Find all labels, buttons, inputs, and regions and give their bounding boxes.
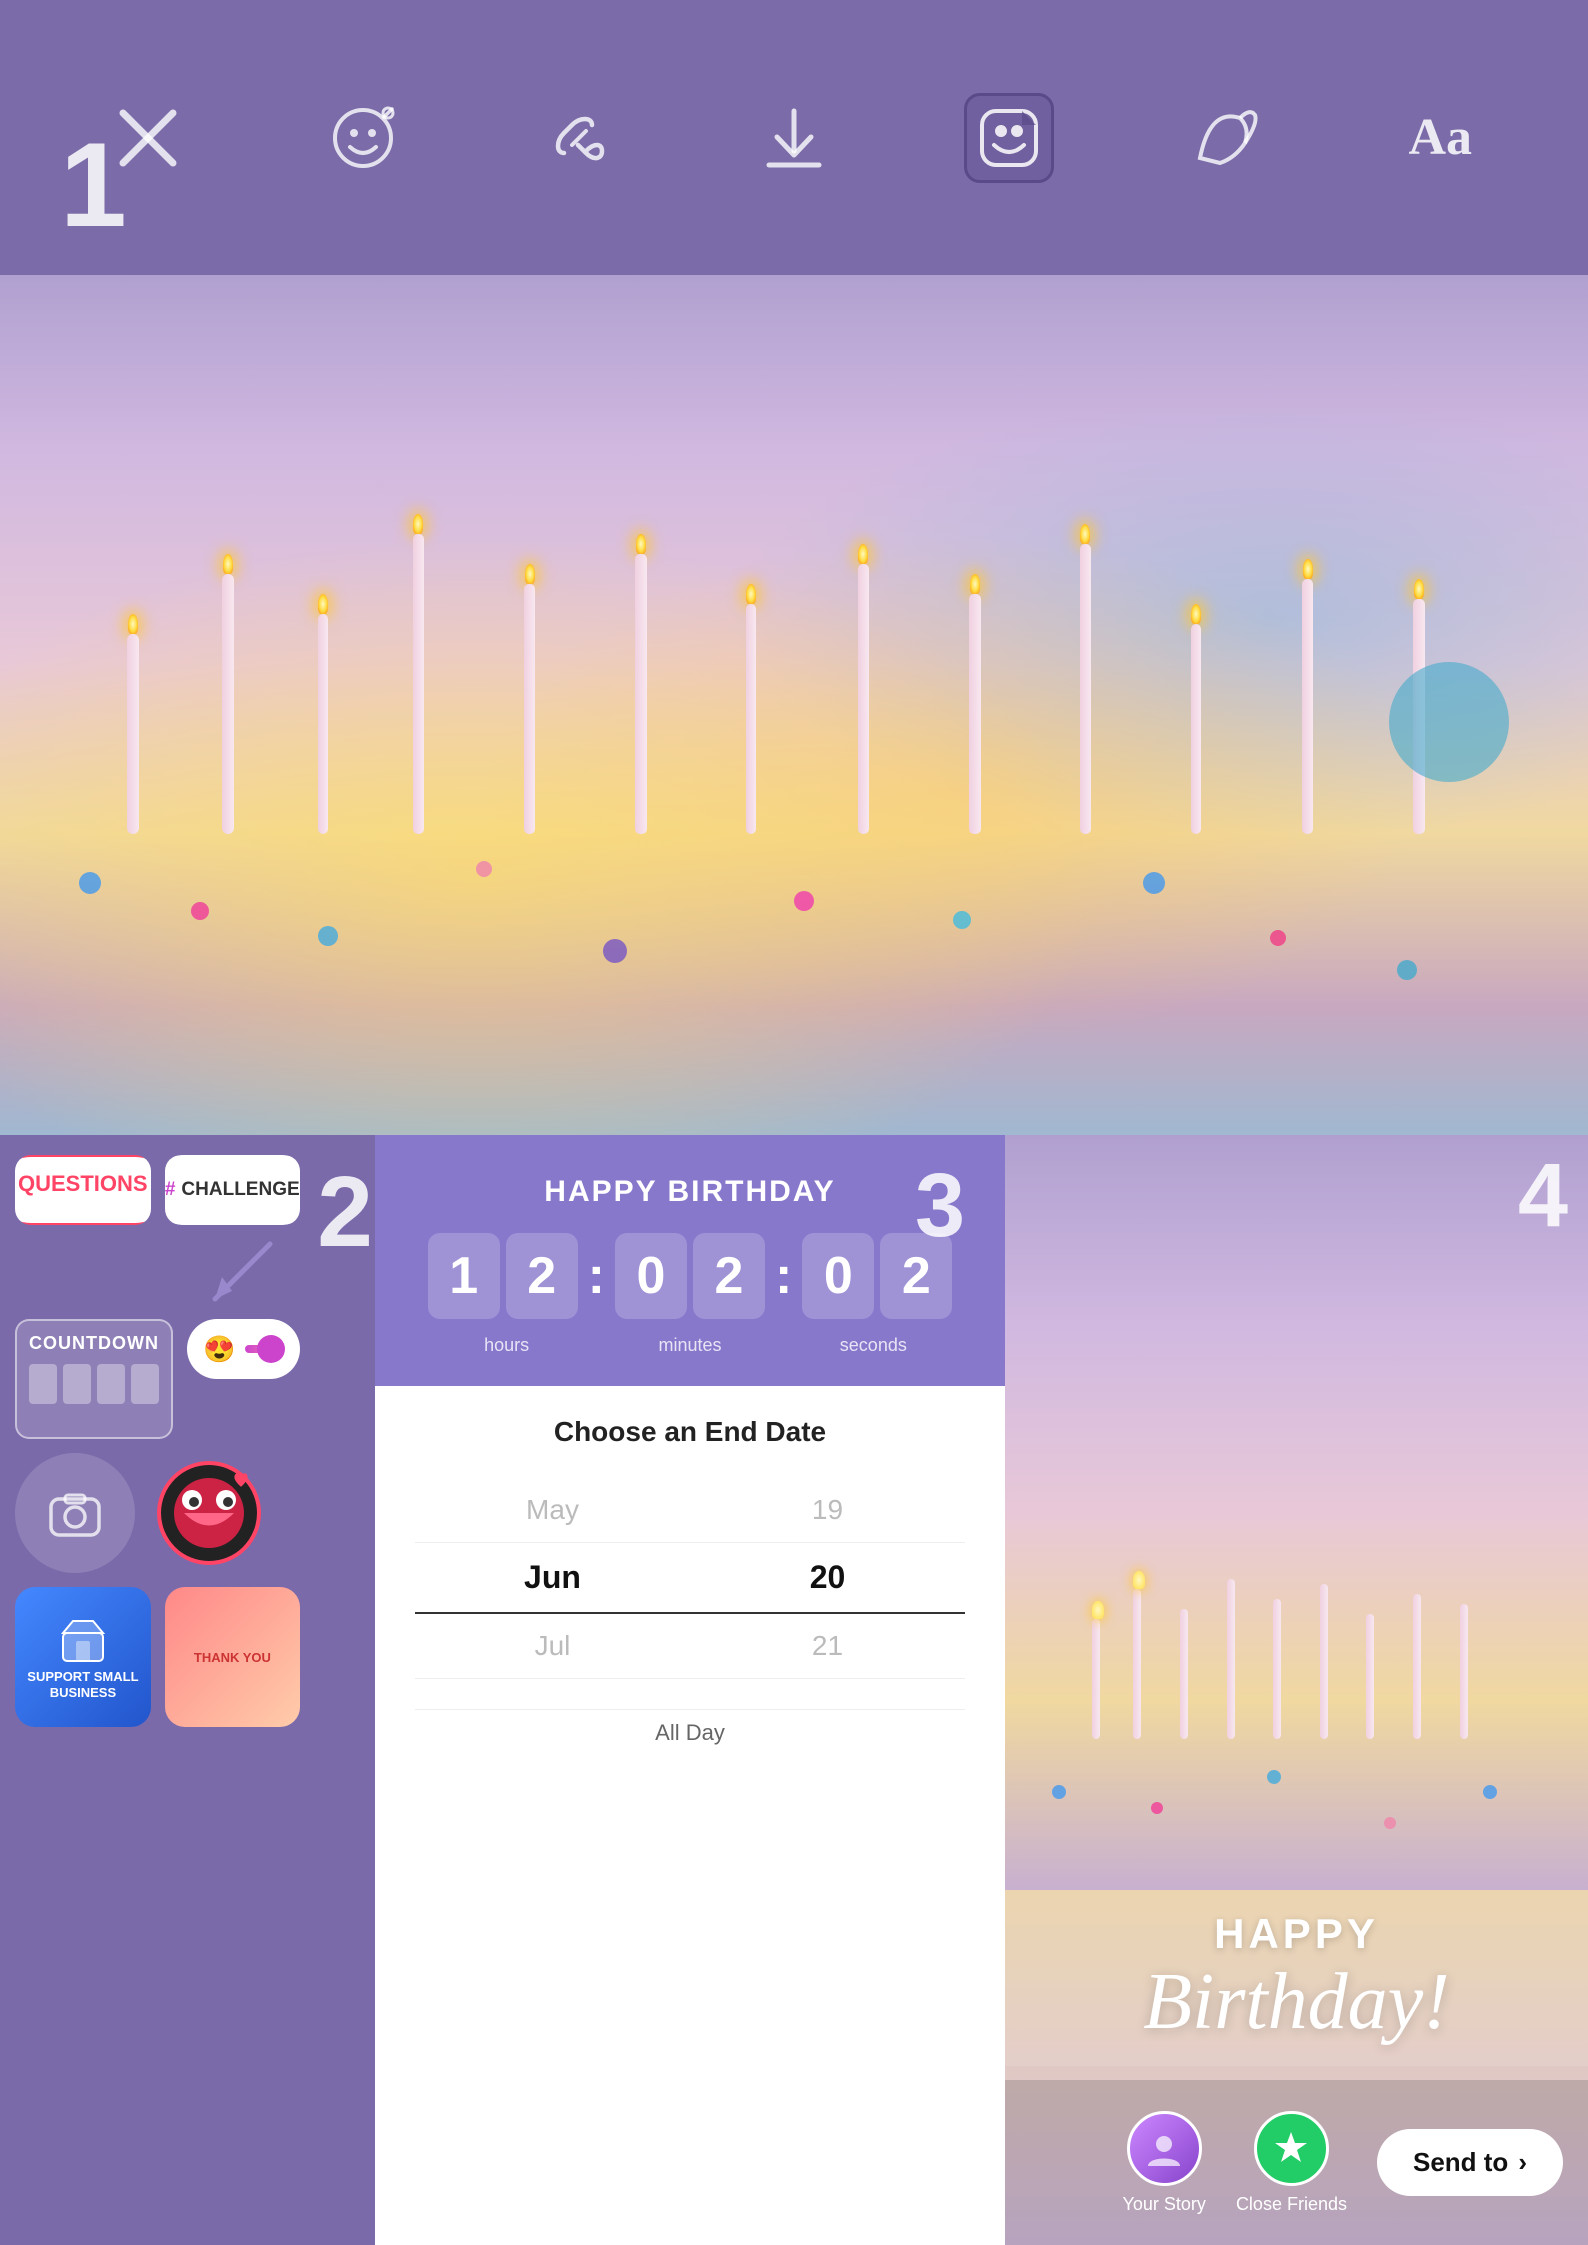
birthday-script: Birthday! bbox=[1025, 1958, 1568, 2046]
month-column: May Jun Jul bbox=[415, 1478, 690, 1679]
hours-label: hours bbox=[415, 1335, 598, 1356]
hours-digit-1: 1 bbox=[428, 1233, 500, 1319]
your-story-avatar bbox=[1127, 2111, 1202, 2186]
birthday-text-area: HAPPY Birthday! bbox=[1005, 1890, 1588, 2066]
share-bar: Your Story Close Friends Send to › bbox=[1005, 2080, 1588, 2245]
countdown-title: HAPPY BIRTHDAY bbox=[405, 1175, 975, 1209]
support-small-business-sticker[interactable]: SUPPORT SMALL BUSINESS bbox=[15, 1587, 151, 1727]
step-2-panel: 2 bbox=[315, 1135, 375, 2245]
questions-sticker[interactable]: QUESTIONS bbox=[15, 1155, 151, 1225]
draw-icon[interactable] bbox=[1180, 93, 1270, 183]
your-story-label: Your Story bbox=[1123, 2194, 1206, 2215]
sticker-icon[interactable] bbox=[964, 93, 1054, 183]
bottom-row: QUESTIONS # CHALLENGE COUNTDOWN bbox=[0, 1135, 1588, 2245]
all-day-label: All Day bbox=[415, 1709, 965, 1746]
close-friends-label: Close Friends bbox=[1236, 2194, 1347, 2215]
send-to-arrow: › bbox=[1518, 2147, 1527, 2178]
countdown-labels: hours minutes seconds bbox=[405, 1335, 975, 1356]
step-number: 1 bbox=[60, 125, 127, 245]
icon-row bbox=[15, 1453, 300, 1573]
link-icon[interactable] bbox=[534, 93, 624, 183]
thank-you-sticker[interactable]: THANK YOU bbox=[165, 1587, 300, 1727]
minutes-digit-1: 0 bbox=[615, 1233, 687, 1319]
birthday-preview-panel: 4 HAPPY Birthday! bbox=[1005, 1135, 1588, 2245]
colon-2: : bbox=[775, 1246, 792, 1306]
step-3-number: 3 bbox=[915, 1155, 965, 1258]
day-selected[interactable]: 20 bbox=[690, 1543, 965, 1614]
slider-sticker[interactable]: 😍 bbox=[187, 1319, 300, 1379]
day-column: 19 20 21 bbox=[690, 1478, 965, 1679]
sticker-bottom-row: SUPPORT SMALL BUSINESS THANK YOU bbox=[15, 1587, 300, 1727]
countdown-sticker[interactable]: COUNTDOWN bbox=[15, 1319, 173, 1439]
birthday-image bbox=[1005, 1135, 1588, 1890]
date-picker: Choose an End Date May Jun Jul 19 20 21 … bbox=[375, 1386, 1005, 2245]
step-4-number: 4 bbox=[1518, 1145, 1568, 1248]
countdown-widget: 3 HAPPY BIRTHDAY 1 2 : 0 2 : 0 2 hours m… bbox=[375, 1135, 1005, 1386]
your-story-button[interactable]: Your Story bbox=[1123, 2111, 1206, 2215]
date-columns: May Jun Jul 19 20 21 bbox=[415, 1478, 965, 1679]
minutes-label: minutes bbox=[598, 1335, 781, 1356]
countdown-display: 1 2 : 0 2 : 0 2 bbox=[405, 1233, 975, 1319]
day-next[interactable]: 21 bbox=[690, 1614, 965, 1679]
hours-digit-2: 2 bbox=[506, 1233, 578, 1319]
day-prev[interactable]: 19 bbox=[690, 1478, 965, 1543]
colon-1: : bbox=[588, 1246, 605, 1306]
main-photo-area bbox=[0, 275, 1588, 1135]
seconds-label: seconds bbox=[782, 1335, 965, 1356]
happy-text: HAPPY bbox=[1025, 1910, 1568, 1958]
seconds-digit-1: 0 bbox=[802, 1233, 874, 1319]
sticker-panel: QUESTIONS # CHALLENGE COUNTDOWN bbox=[0, 1135, 315, 2245]
close-friends-button[interactable]: Close Friends bbox=[1236, 2111, 1347, 2215]
countdown-panel: 3 HAPPY BIRTHDAY 1 2 : 0 2 : 0 2 hours m… bbox=[375, 1135, 1005, 2245]
sticker-arrow bbox=[15, 1239, 280, 1309]
candles-background bbox=[0, 275, 1588, 1135]
camera-sticker[interactable] bbox=[15, 1453, 135, 1573]
month-selected[interactable]: Jun bbox=[415, 1543, 690, 1614]
send-to-button[interactable]: Send to › bbox=[1377, 2129, 1563, 2196]
challenge-sticker[interactable]: # CHALLENGE bbox=[165, 1155, 301, 1225]
close-friends-icon bbox=[1254, 2111, 1329, 2186]
send-to-label: Send to bbox=[1413, 2147, 1508, 2178]
toolbar: Aa 1 bbox=[0, 0, 1588, 275]
download-icon[interactable] bbox=[749, 93, 839, 183]
date-picker-title: Choose an End Date bbox=[415, 1416, 965, 1448]
month-next[interactable]: Jul bbox=[415, 1614, 690, 1679]
questions-label[interactable]: QUESTIONS bbox=[15, 1155, 151, 1225]
text-icon[interactable]: Aa bbox=[1395, 93, 1485, 183]
emoji-add-icon[interactable] bbox=[318, 93, 408, 183]
minutes-digit-2: 2 bbox=[693, 1233, 765, 1319]
voice-sticker[interactable] bbox=[149, 1453, 269, 1573]
month-prev[interactable]: May bbox=[415, 1478, 690, 1543]
